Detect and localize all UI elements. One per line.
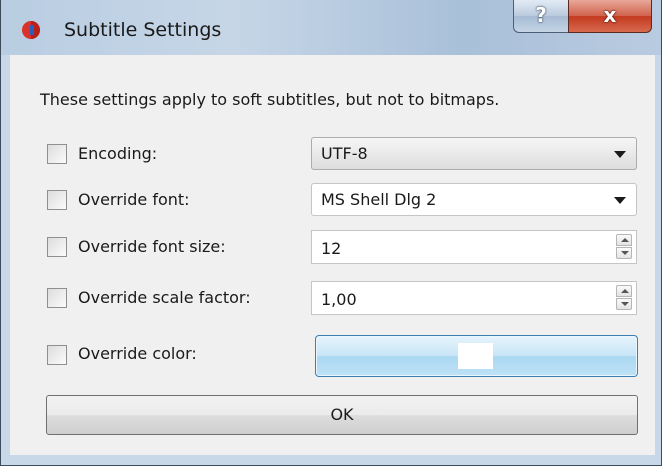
override-color-label: Override color: — [78, 344, 197, 363]
override-font-size-checkbox[interactable] — [47, 237, 67, 257]
arrow-up-icon[interactable] — [616, 234, 632, 246]
dialog-body: These settings apply to soft subtitles, … — [10, 55, 655, 455]
description-text: These settings apply to soft subtitles, … — [40, 90, 500, 109]
encoding-row: Encoding: UTF-8 — [10, 135, 655, 175]
close-icon: x — [603, 3, 617, 27]
player-icon — [22, 21, 40, 39]
chevron-down-icon — [614, 197, 626, 204]
help-button[interactable]: ? — [513, 0, 569, 33]
arrow-up-icon[interactable] — [616, 285, 632, 297]
close-button[interactable]: x — [568, 0, 652, 33]
arrow-down-icon[interactable] — [616, 298, 632, 310]
scale-factor-spinbox[interactable]: 1,00 — [311, 281, 637, 315]
window-title: Subtitle Settings — [64, 19, 222, 41]
override-font-size-label: Override font size: — [78, 237, 226, 256]
font-size-spinbox[interactable]: 12 — [311, 230, 637, 264]
override-font-size-row: Override font size: 12 — [10, 228, 655, 268]
spin-buttons — [616, 285, 632, 311]
encoding-value: UTF-8 — [321, 144, 368, 163]
ok-button[interactable]: OK — [46, 395, 638, 435]
override-font-row: Override font: MS Shell Dlg 2 — [10, 181, 655, 221]
color-picker-button[interactable] — [315, 335, 638, 377]
encoding-checkbox[interactable] — [47, 144, 67, 164]
color-swatch — [458, 343, 493, 369]
override-color-row: Override color: — [10, 335, 655, 377]
arrow-down-icon[interactable] — [616, 247, 632, 259]
chevron-down-icon — [614, 151, 626, 158]
font-size-value: 12 — [321, 239, 342, 258]
override-scale-factor-label: Override scale factor: — [78, 288, 251, 307]
title-bar[interactable]: Subtitle Settings ? x — [1, 0, 661, 55]
spin-buttons — [616, 234, 632, 260]
subtitle-settings-dialog: Subtitle Settings ? x These settings app… — [0, 0, 662, 466]
override-scale-factor-checkbox[interactable] — [47, 288, 67, 308]
override-font-label: Override font: — [78, 190, 190, 209]
font-select[interactable]: MS Shell Dlg 2 — [311, 183, 637, 216]
scale-factor-value: 1,00 — [321, 290, 357, 309]
override-color-checkbox[interactable] — [47, 345, 67, 365]
override-scale-factor-row: Override scale factor: 1,00 — [10, 279, 655, 319]
encoding-select[interactable]: UTF-8 — [311, 137, 637, 170]
override-font-checkbox[interactable] — [47, 190, 67, 210]
font-value: MS Shell Dlg 2 — [321, 190, 437, 209]
help-icon: ? — [535, 3, 547, 27]
encoding-label: Encoding: — [78, 144, 158, 163]
